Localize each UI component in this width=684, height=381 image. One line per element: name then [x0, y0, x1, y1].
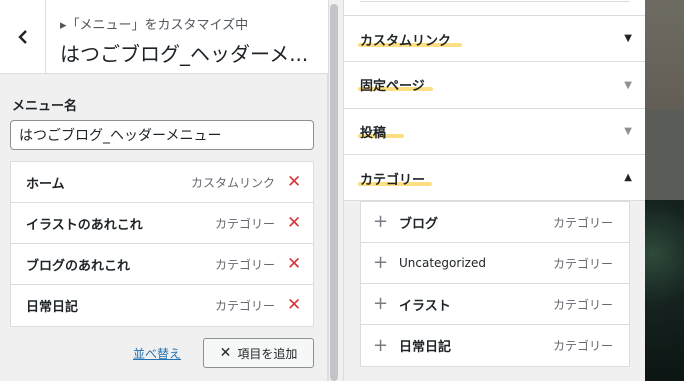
menu-item-type: カテゴリー: [214, 257, 275, 272]
category-type: カテゴリー: [552, 256, 613, 271]
menu-item-type: カテゴリー: [214, 216, 275, 231]
menu-name-label: メニュー名: [12, 99, 78, 114]
menu-item-title: 日常日記: [26, 300, 79, 315]
category-item[interactable]: + 日常日記 カテゴリー: [361, 325, 629, 366]
menu-name-input[interactable]: [10, 120, 314, 150]
section-title: カテゴリー: [360, 173, 426, 188]
category-item[interactable]: + イラスト カテゴリー: [361, 284, 629, 325]
category-item[interactable]: + Uncategorized カテゴリー: [361, 243, 629, 284]
add-items-label: 項目を追加: [237, 346, 298, 361]
header-title: はつごブログ_ヘッダーメ...: [60, 42, 309, 66]
chevron-left-icon: [17, 30, 27, 44]
scrollbar-thumb[interactable]: [330, 4, 338, 381]
menu-item-row[interactable]: ホーム カスタムリンク ✕: [11, 162, 313, 203]
menu-item-row[interactable]: イラストのあれこれ カテゴリー ✕: [11, 203, 313, 244]
caret-down-icon: ▼: [624, 33, 632, 44]
category-type: カテゴリー: [552, 297, 613, 312]
menu-item-type: カスタムリンク: [190, 175, 275, 190]
panel-header: ▸「メニュー」をカスタマイズ中 はつごブログ_ヘッダーメ...: [0, 0, 328, 74]
category-type: カテゴリー: [552, 215, 613, 230]
category-name: 日常日記: [399, 340, 452, 355]
menu-item-title: イラストのあれこれ: [26, 217, 143, 233]
add-items-button[interactable]: ✕ 項目を追加: [203, 338, 314, 368]
menu-item-title: ホーム: [26, 176, 65, 192]
plus-icon[interactable]: +: [373, 254, 391, 272]
remove-icon[interactable]: ✕: [287, 297, 301, 314]
section-title: 投稿: [360, 126, 387, 141]
section-categories[interactable]: カテゴリー ▲: [344, 155, 646, 201]
remove-icon[interactable]: ✕: [287, 173, 301, 191]
header-subtitle: ▸「メニュー」をカスタマイズ中: [60, 18, 249, 33]
add-items-panel: カスタムリンク ▼ 固定ページ ▼ 投稿 ▼ カテゴリー ▲ + ブログ カテゴ…: [343, 0, 646, 381]
caret-down-icon: ▼: [624, 126, 632, 137]
plus-icon[interactable]: +: [373, 336, 391, 355]
plus-icon[interactable]: +: [373, 213, 391, 231]
category-name: ブログ: [399, 216, 439, 232]
reorder-link[interactable]: 並べ替え: [133, 345, 181, 362]
section-title: カスタムリンク: [360, 34, 452, 49]
category-type: カテゴリー: [552, 339, 613, 353]
site-preview: [645, 0, 684, 110]
plus-icon[interactable]: +: [373, 295, 391, 313]
menu-item-row[interactable]: ブログのあれこれ カテゴリー ✕: [11, 244, 313, 285]
section-custom-link[interactable]: カスタムリンク ▼: [344, 16, 646, 62]
section-title: 固定ページ: [360, 79, 425, 94]
site-preview: [645, 110, 684, 200]
menu-item-list: ホーム カスタムリンク ✕ イラストのあれこれ カテゴリー ✕ ブログのあれこれ…: [10, 161, 314, 327]
menu-customizer-panel: ▸「メニュー」をカスタマイズ中 はつごブログ_ヘッダーメ... メニュー名 ホー…: [0, 0, 328, 381]
remove-icon[interactable]: ✕: [287, 214, 301, 232]
category-name: イラスト: [399, 298, 451, 314]
caret-down-icon: ▼: [624, 80, 632, 91]
close-x-icon: ✕: [219, 345, 232, 361]
section-pages[interactable]: 固定ページ ▼: [344, 62, 646, 109]
category-list: + ブログ カテゴリー + Uncategorized カテゴリー + イラスト…: [360, 201, 630, 367]
section-posts[interactable]: 投稿 ▼: [344, 109, 646, 155]
back-button[interactable]: [0, 0, 46, 74]
menu-item-row[interactable]: 日常日記 カテゴリー ✕: [11, 285, 313, 326]
menu-item-type: カテゴリー: [214, 299, 275, 313]
category-item[interactable]: + ブログ カテゴリー: [361, 202, 629, 243]
section-previous: [344, 0, 646, 16]
caret-up-icon: ▲: [624, 172, 632, 183]
remove-icon[interactable]: ✕: [287, 255, 301, 273]
site-preview: [645, 200, 684, 381]
category-name: Uncategorized: [399, 256, 486, 270]
menu-item-title: ブログのあれこれ: [26, 258, 131, 274]
